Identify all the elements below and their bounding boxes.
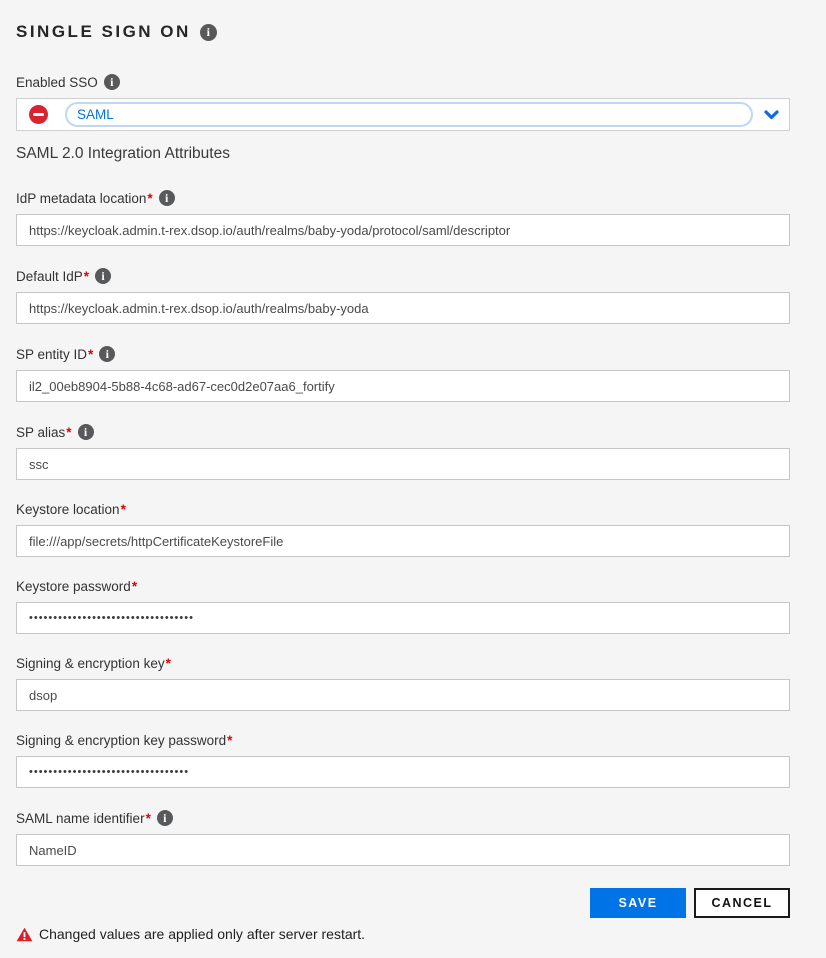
enabled-sso-label-row: Enabled SSO i (16, 74, 790, 90)
section-header: SAML 2.0 Integration Attributes (16, 145, 790, 163)
field-keystore-location: Keystore location* (16, 502, 790, 557)
sso-selected-option[interactable]: SAML (65, 102, 753, 127)
sp-entity-id-label-row: SP entity ID* i (16, 346, 790, 362)
field-signing-encryption-key-password: Signing & encryption key password* (16, 733, 790, 788)
required-marker: * (132, 579, 137, 594)
sp-alias-label: SP alias* (16, 425, 72, 440)
info-icon[interactable]: i (99, 346, 115, 362)
signing-encryption-key-input[interactable] (16, 679, 790, 711)
keystore-location-label-row: Keystore location* (16, 502, 790, 517)
cancel-button[interactable]: CANCEL (694, 888, 790, 918)
signing-encryption-key-password-label: Signing & encryption key password* (16, 733, 232, 748)
info-icon[interactable]: i (104, 74, 120, 90)
field-default-idp: Default IdP* i (16, 268, 790, 324)
required-marker: * (146, 811, 151, 826)
required-marker: * (84, 269, 89, 284)
form-fields: IdP metadata location*iDefault IdP*iSP e… (16, 190, 790, 866)
enabled-sso-label: Enabled SSO (16, 75, 98, 90)
signing-encryption-key-label-row: Signing & encryption key* (16, 656, 790, 671)
keystore-password-label: Keystore password* (16, 579, 137, 594)
sp-entity-id-label: SP entity ID* (16, 347, 93, 362)
info-icon[interactable]: i (78, 424, 94, 440)
signing-encryption-key-label: Signing & encryption key* (16, 656, 171, 671)
warning-text: Changed values are applied only after se… (39, 926, 365, 942)
saml-name-identifier-input[interactable] (16, 834, 790, 866)
keystore-password-label-row: Keystore password* (16, 579, 790, 594)
field-sp-entity-id: SP entity ID* i (16, 346, 790, 402)
saml-name-identifier-label-row: SAML name identifier* i (16, 810, 790, 826)
field-sp-alias: SP alias* i (16, 424, 790, 480)
sso-selected-value: SAML (77, 107, 114, 122)
sp-alias-label-row: SP alias* i (16, 424, 790, 440)
field-keystore-password: Keystore password* (16, 579, 790, 634)
page-title: SINGLE SIGN ON (16, 22, 191, 42)
sp-entity-id-input[interactable] (16, 370, 790, 402)
keystore-location-input[interactable] (16, 525, 790, 557)
sso-settings-page: SINGLE SIGN ON i Enabled SSO i SAML SAML… (16, 22, 790, 942)
required-marker: * (227, 733, 232, 748)
default-idp-label: Default IdP* (16, 269, 89, 284)
required-marker: * (121, 502, 126, 517)
default-idp-input[interactable] (16, 292, 790, 324)
chevron-down-icon[interactable] (764, 110, 779, 120)
idp-metadata-location-label: IdP metadata location* (16, 191, 153, 206)
block-icon (29, 105, 48, 124)
keystore-location-label: Keystore location* (16, 502, 126, 517)
page-header: SINGLE SIGN ON i (16, 22, 790, 42)
required-marker: * (66, 425, 71, 440)
info-icon[interactable]: i (157, 810, 173, 826)
sp-alias-input[interactable] (16, 448, 790, 480)
field-idp-metadata-location: IdP metadata location* i (16, 190, 790, 246)
restart-warning: Changed values are applied only after se… (16, 926, 790, 942)
required-marker: * (88, 347, 93, 362)
enabled-sso-dropdown[interactable]: SAML (16, 98, 790, 131)
default-idp-label-row: Default IdP* i (16, 268, 790, 284)
keystore-password-input[interactable] (16, 602, 790, 634)
signing-encryption-key-password-input[interactable] (16, 756, 790, 788)
form-actions: SAVE CANCEL (16, 888, 790, 918)
idp-metadata-location-label-row: IdP metadata location* i (16, 190, 790, 206)
idp-metadata-location-input[interactable] (16, 214, 790, 246)
info-icon[interactable]: i (200, 24, 217, 41)
field-signing-encryption-key: Signing & encryption key* (16, 656, 790, 711)
field-saml-name-identifier: SAML name identifier* i (16, 810, 790, 866)
saml-name-identifier-label: SAML name identifier* (16, 811, 151, 826)
required-marker: * (166, 656, 171, 671)
required-marker: * (147, 191, 152, 206)
info-icon[interactable]: i (159, 190, 175, 206)
warning-icon (16, 927, 33, 942)
signing-encryption-key-password-label-row: Signing & encryption key password* (16, 733, 790, 748)
info-icon[interactable]: i (95, 268, 111, 284)
save-button[interactable]: SAVE (590, 888, 686, 918)
